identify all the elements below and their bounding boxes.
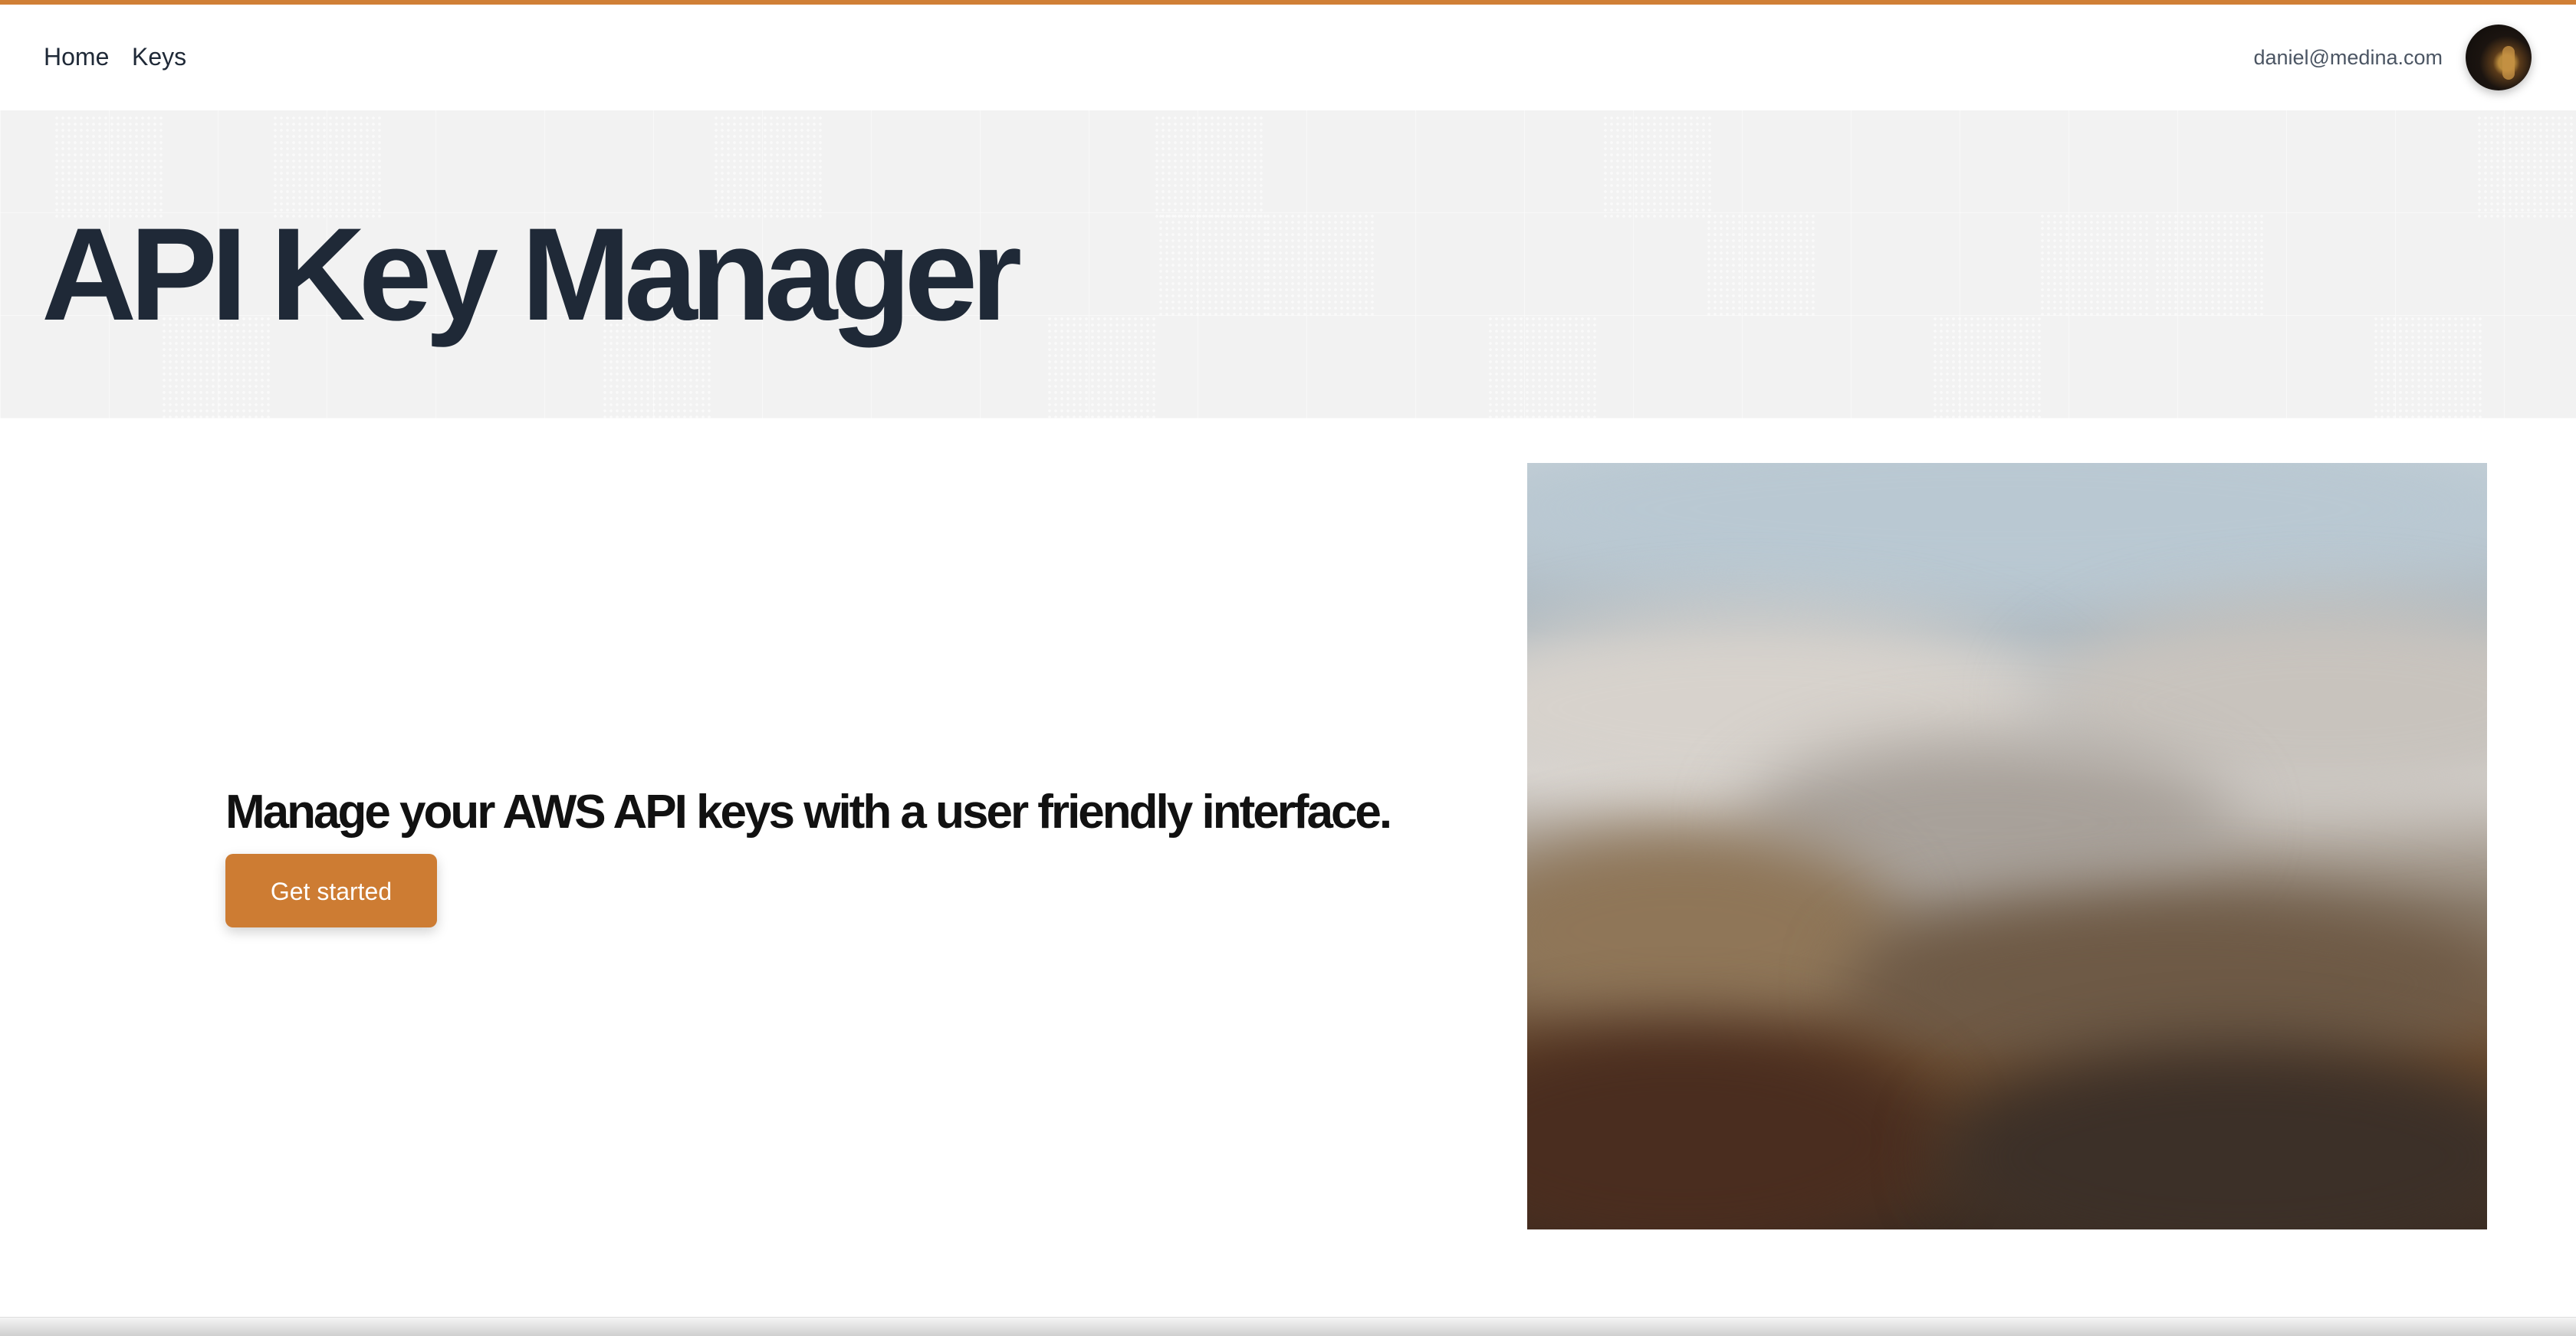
pattern-tile: [1487, 316, 1596, 419]
pattern-tile: [1046, 316, 1155, 419]
pattern-tile: [1158, 213, 1267, 316]
pattern-tile: [1706, 213, 1815, 316]
pattern-tile: [1602, 115, 1711, 218]
get-started-button[interactable]: Get started: [225, 854, 437, 927]
top-navigation: Home Keys daniel@medina.com: [0, 5, 2576, 110]
pattern-tile: [2154, 213, 2263, 316]
pattern-tile: [1265, 213, 1374, 316]
pattern-tile: [2039, 213, 2148, 316]
hero-tagline: Manage your AWS API keys with a user fri…: [225, 786, 1392, 839]
hero-banner: API Key Manager: [0, 110, 2576, 419]
pattern-tile: [2476, 115, 2576, 218]
user-avatar[interactable]: [2466, 25, 2532, 90]
user-email: daniel@medina.com: [2253, 46, 2443, 69]
pattern-tile: [2373, 316, 2482, 419]
pattern-tile: [1154, 115, 1263, 218]
hero-image: [1527, 463, 2487, 1229]
nav-home-link[interactable]: Home: [44, 41, 109, 72]
pattern-tile: [1932, 316, 2041, 419]
bottom-edge: [0, 1317, 2576, 1336]
nav-keys-link[interactable]: Keys: [132, 41, 186, 72]
page-title: API Key Manager: [41, 201, 1022, 348]
